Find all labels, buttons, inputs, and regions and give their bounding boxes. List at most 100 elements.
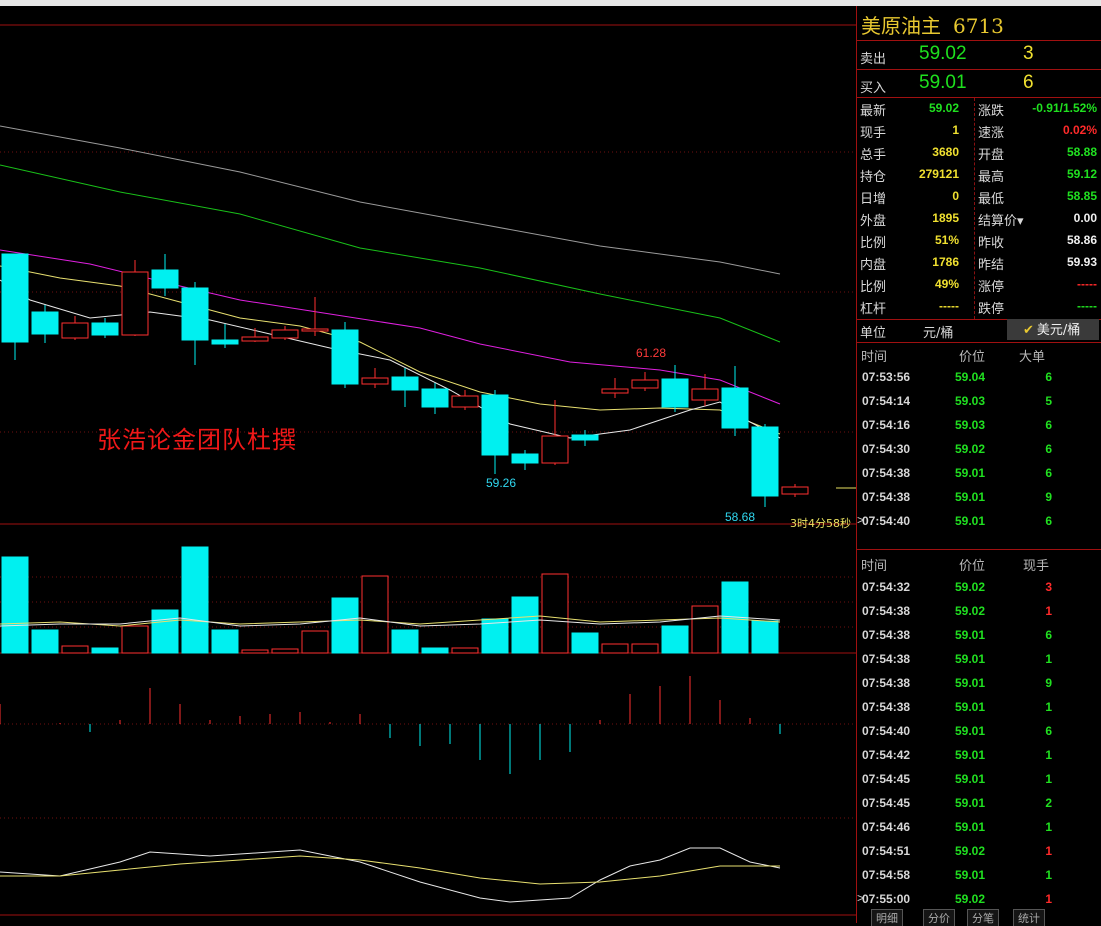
- table-row[interactable]: 07:54:45 59.01 1: [857, 768, 1101, 792]
- stat-left: 总手 3680: [857, 142, 962, 164]
- volume-bar: [121, 625, 149, 654]
- table-row[interactable]: 07:54:38 59.01 1: [857, 696, 1101, 720]
- count-cell: 1: [1045, 844, 1052, 858]
- time-cell: 07:54:30: [862, 442, 911, 456]
- volume-bar: [691, 605, 719, 654]
- candle-body: [691, 388, 719, 401]
- table-row[interactable]: 07:54:40 59.01 6: [857, 720, 1101, 744]
- unit-label: 单位: [860, 326, 887, 341]
- count-cell: 6: [1045, 628, 1052, 642]
- table-row[interactable]: 07:54:42 59.01 1: [857, 744, 1101, 768]
- price-cell: 59.04: [955, 370, 986, 384]
- stat-label: 最低: [978, 192, 1005, 207]
- kline-chart[interactable]: 61.28 59.26 58.68: [0, 6, 856, 923]
- volume-bar: [331, 597, 359, 654]
- tab-ticks[interactable]: 分笔: [967, 909, 999, 926]
- volume-bar: [601, 643, 629, 654]
- table-row[interactable]: 07:54:30 59.02 6: [857, 438, 1101, 462]
- candle-body: [631, 379, 659, 389]
- unit-option-usd[interactable]: ✔ 美元/桶: [1007, 319, 1099, 340]
- time-cell: 07:54:14: [862, 394, 911, 408]
- table-row[interactable]: 07:54:32 59.02 3: [857, 576, 1101, 600]
- tab-statistics[interactable]: 统计: [1013, 909, 1045, 926]
- volume-bar: [421, 647, 449, 654]
- price-cell: 59.01: [955, 514, 986, 528]
- stat-label: 开盘: [978, 148, 1005, 163]
- check-icon: ✔: [1023, 323, 1034, 338]
- table-row[interactable]: 07:54:38 59.01 6: [857, 462, 1101, 486]
- buy-row[interactable]: 买入 59.01 6: [857, 70, 1101, 98]
- candle-body: [571, 434, 599, 441]
- unit-option-yuan[interactable]: 元/桶: [923, 322, 953, 341]
- price-cell: 59.02: [955, 580, 986, 594]
- volume-bar: [1, 556, 29, 654]
- stat-value: 59.02: [928, 101, 959, 115]
- col-price: 价位: [959, 350, 986, 365]
- candle-body: [181, 287, 209, 341]
- count-cell: 9: [1045, 676, 1052, 690]
- col-time: 时间: [861, 350, 888, 365]
- tab-price-dist[interactable]: 分价: [923, 909, 955, 926]
- count-cell: 3: [1045, 580, 1052, 594]
- table-row[interactable]: 07:54:16 59.03 6: [857, 414, 1101, 438]
- tab-detail[interactable]: 明细: [871, 909, 903, 926]
- stat-label: 速涨: [978, 126, 1005, 141]
- candle-body: [31, 311, 59, 335]
- table-row[interactable]: 07:54:38 59.01 6: [857, 624, 1101, 648]
- table-row[interactable]: >07:54:40 59.01 6: [857, 510, 1101, 534]
- table-row[interactable]: 07:54:14 59.03 5: [857, 390, 1101, 414]
- candle-body: [421, 388, 449, 408]
- volume-bar: [31, 629, 59, 654]
- stat-label: 最新: [860, 104, 887, 119]
- count-cell: 2: [1045, 796, 1052, 810]
- time-cell: 07:54:38: [862, 700, 911, 714]
- stat-left: 持仓 279121: [857, 164, 962, 186]
- stat-left: 最新 59.02: [857, 98, 962, 120]
- stat-value: 1895: [932, 211, 959, 225]
- candle-body: [91, 322, 119, 336]
- col-hand: 现手: [1023, 559, 1050, 574]
- symbol-code: 6713: [953, 14, 1004, 38]
- stat-right: 开盘 58.88: [975, 142, 1100, 164]
- table-row[interactable]: 07:54:51 59.02 1: [857, 840, 1101, 864]
- kline-chart-area[interactable]: 61.28 59.26 58.68 张浩论金团队杜撰 3时4分58秒: [0, 6, 856, 923]
- table-row[interactable]: 07:54:38 59.01 9: [857, 486, 1101, 510]
- candle-body: [1, 253, 29, 343]
- volume-bar: [211, 629, 239, 654]
- table-row[interactable]: 07:54:58 59.01 1: [857, 864, 1101, 888]
- quote-panel: 美原油主 6713 卖出 59.02 3 买入 59.01 6 最新 59.02 现手…: [856, 6, 1101, 926]
- volume-bar: [301, 630, 329, 654]
- table-row[interactable]: 07:54:38 59.02 1: [857, 600, 1101, 624]
- candle-body: [211, 339, 239, 345]
- stat-value: 0: [952, 189, 959, 203]
- stat-value: 1786: [932, 255, 959, 269]
- count-cell: 1: [1045, 652, 1052, 666]
- sell-row[interactable]: 卖出 59.02 3: [857, 41, 1101, 69]
- table-row[interactable]: 07:54:38 59.01 9: [857, 672, 1101, 696]
- stat-label: 现手: [860, 126, 887, 141]
- stat-label: 昨收: [978, 236, 1005, 251]
- volume-bar: [661, 625, 689, 654]
- price-cell: 59.01: [955, 466, 986, 480]
- stat-value: 279121: [918, 167, 959, 181]
- time-cell: 07:54:38: [862, 652, 911, 666]
- table-row[interactable]: 07:54:46 59.01 1: [857, 816, 1101, 840]
- count-cell: 1: [1045, 892, 1052, 906]
- low-annotation-2: 58.68: [725, 510, 755, 524]
- table-row[interactable]: 07:53:56 59.04 6: [857, 366, 1101, 390]
- stat-label: 昨结: [978, 258, 1005, 273]
- stat-label: 结算价▾: [978, 214, 1024, 229]
- table-row[interactable]: 07:54:38 59.01 1: [857, 648, 1101, 672]
- stat-value: -----: [939, 299, 959, 313]
- stat-left: 内盘 1786: [857, 252, 962, 274]
- volume-bar: [91, 647, 119, 654]
- unit-option-usd-label: 美元/桶: [1036, 323, 1081, 338]
- stat-value: 0.02%: [1062, 123, 1097, 137]
- count-cell: 6: [1045, 514, 1052, 528]
- stat-label: 比例: [860, 236, 887, 251]
- buy-volume: 6: [1023, 72, 1034, 93]
- count-cell: 1: [1045, 820, 1052, 834]
- table-row[interactable]: 07:54:45 59.01 2: [857, 792, 1101, 816]
- price-cell: 59.02: [955, 442, 986, 456]
- count-cell: 6: [1045, 442, 1052, 456]
